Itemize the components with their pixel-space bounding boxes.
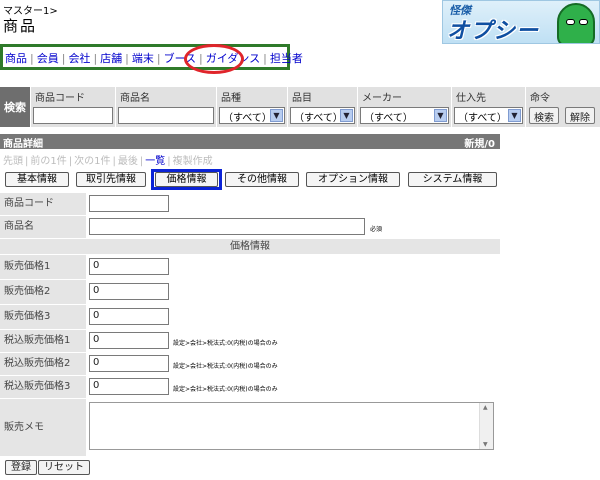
search-supplier-select[interactable]: （すべて） ▼ [454,107,523,124]
detail-status: 新規/0 [464,139,495,150]
search-product-name-input[interactable] [118,107,214,124]
row-product-code: 商品コード [0,193,500,215]
tab-option-info[interactable]: オプション情報 [306,172,400,187]
sale-price1-input[interactable]: 0 [89,258,169,275]
clear-button[interactable]: 解除 [565,107,595,124]
nav-item-terminal[interactable]: 端末 [132,52,154,65]
tax-price3-label: 税込販売価格3 [0,376,86,398]
sale-price2-label: 販売価格2 [0,280,86,304]
search-supplier-value: （すべて） [458,113,507,124]
page-title: 商品 [3,17,38,35]
row-sales-memo: 販売メモ ▲ ▼ [0,399,500,456]
product-code-label: 商品コード [0,193,86,215]
search-item-value: （すべて） [294,113,343,124]
tax-price1-input[interactable]: 0 [89,332,169,349]
record-nav: 先頭 | 前の1件 | 次の1件 | 最後 | 一覧 | 複製作成 [3,156,213,167]
scroll-down-icon[interactable]: ▼ [483,441,488,448]
mascot-icon [557,3,595,43]
record-nav-list[interactable]: 一覧 [145,156,165,167]
chevron-down-icon: ▼ [340,109,353,122]
tab-other-info[interactable]: その他情報 [225,172,299,187]
product-name-input[interactable] [89,218,365,235]
nav-item-company[interactable]: 会社 [68,52,90,65]
sale-price1-label: 販売価格1 [0,255,86,279]
sales-memo-label: 販売メモ [0,399,86,456]
nav-item-staff[interactable]: 担当者 [270,52,303,65]
tax-price3-input[interactable]: 0 [89,378,169,395]
logo-main-text: オプシー [447,19,540,44]
highlight-box-price-tab [151,169,222,190]
tab-system-info[interactable]: システム情報 [408,172,497,187]
scroll-up-icon[interactable]: ▲ [483,404,488,411]
sale-price3-label: 販売価格3 [0,305,86,329]
tab-client-info[interactable]: 取引先情報 [76,172,146,187]
record-nav-duplicate: 複製作成 [172,156,213,167]
sale-price2-input[interactable]: 0 [89,283,169,300]
product-code-input[interactable] [89,195,169,212]
search-kind-value: （すべて） [223,113,272,124]
search-product-code-input[interactable] [33,107,113,124]
row-tax-price2: 税込販売価格2 0 設定>会社>税法式:0(内税)の場合のみ [0,353,500,375]
search-kind-select[interactable]: （すべて） ▼ [219,107,285,124]
chevron-down-icon: ▼ [270,109,283,122]
nav-item-member[interactable]: 会員 [37,52,59,65]
row-sale-price2: 販売価格2 0 [0,280,500,304]
memo-scrollbar[interactable]: ▲ ▼ [479,403,493,449]
search-maker-select[interactable]: （すべて） ▼ [360,107,449,124]
tax-price3-note: 設定>会社>税法式:0(内税)の場合のみ [173,386,278,393]
sale-price3-input[interactable]: 0 [89,308,169,325]
detail-header: 商品詳細 新規/0 [0,134,500,150]
required-note: 必須 [370,226,383,233]
row-product-name: 商品名 必須 [0,216,500,238]
detail-title: 商品詳細 [3,139,43,150]
product-name-label: 商品名 [0,216,86,238]
tax-price2-input[interactable]: 0 [89,355,169,372]
search-col-command: 命令 [526,87,600,104]
search-col-maker: メーカー [358,87,451,104]
row-sale-price1: 販売価格1 0 [0,255,500,279]
top-nav: 商品 | 会員 | 会社 | 店舗 | 端末 | ブース | ガイダンス | 担当者 [0,44,303,70]
sales-memo-textarea[interactable]: ▲ ▼ [89,402,494,450]
chevron-down-icon: ▼ [434,109,447,122]
tax-price2-label: 税込販売価格2 [0,353,86,375]
record-nav-next: 次の1件 [74,156,111,167]
search-col-product-code: 商品コード [31,87,115,104]
record-nav-last: 最後 [117,156,138,167]
search-maker-value: （すべて） [364,113,413,124]
row-sale-price3: 販売価格3 0 [0,305,500,329]
search-button[interactable]: 検索 [529,107,559,124]
search-col-product-name: 商品名 [116,87,216,104]
search-col-item: 品目 [288,87,357,104]
nav-item-store[interactable]: 店舗 [100,52,122,65]
search-label: 検索 [0,87,30,127]
tax-price2-note: 設定>会社>税法式:0(内税)の場合のみ [173,363,278,370]
search-col-supplier: 仕入先 [452,87,525,104]
tab-basic-info[interactable]: 基本情報 [5,172,69,187]
record-nav-prev: 前の1件 [30,156,67,167]
app-logo: 怪傑 オプシー [442,0,600,44]
highlight-circle-guidance [184,44,244,74]
chevron-down-icon: ▼ [508,109,521,122]
nav-item-product[interactable]: 商品 [5,52,27,65]
tax-price1-note: 設定>会社>税法式:0(内税)の場合のみ [173,340,278,347]
register-button[interactable]: 登録 [5,460,37,475]
reset-button[interactable]: リセット [38,460,90,475]
row-tax-price3: 税込販売価格3 0 設定>会社>税法式:0(内税)の場合のみ [0,376,500,398]
row-tax-price1: 税込販売価格1 0 設定>会社>税法式:0(内税)の場合のみ [0,330,500,352]
search-col-kind: 品種 [217,87,287,104]
price-section-title: 価格情報 [0,239,500,254]
search-item-select[interactable]: （すべて） ▼ [290,107,355,124]
record-nav-first: 先頭 [3,156,23,167]
tax-price1-label: 税込販売価格1 [0,330,86,352]
